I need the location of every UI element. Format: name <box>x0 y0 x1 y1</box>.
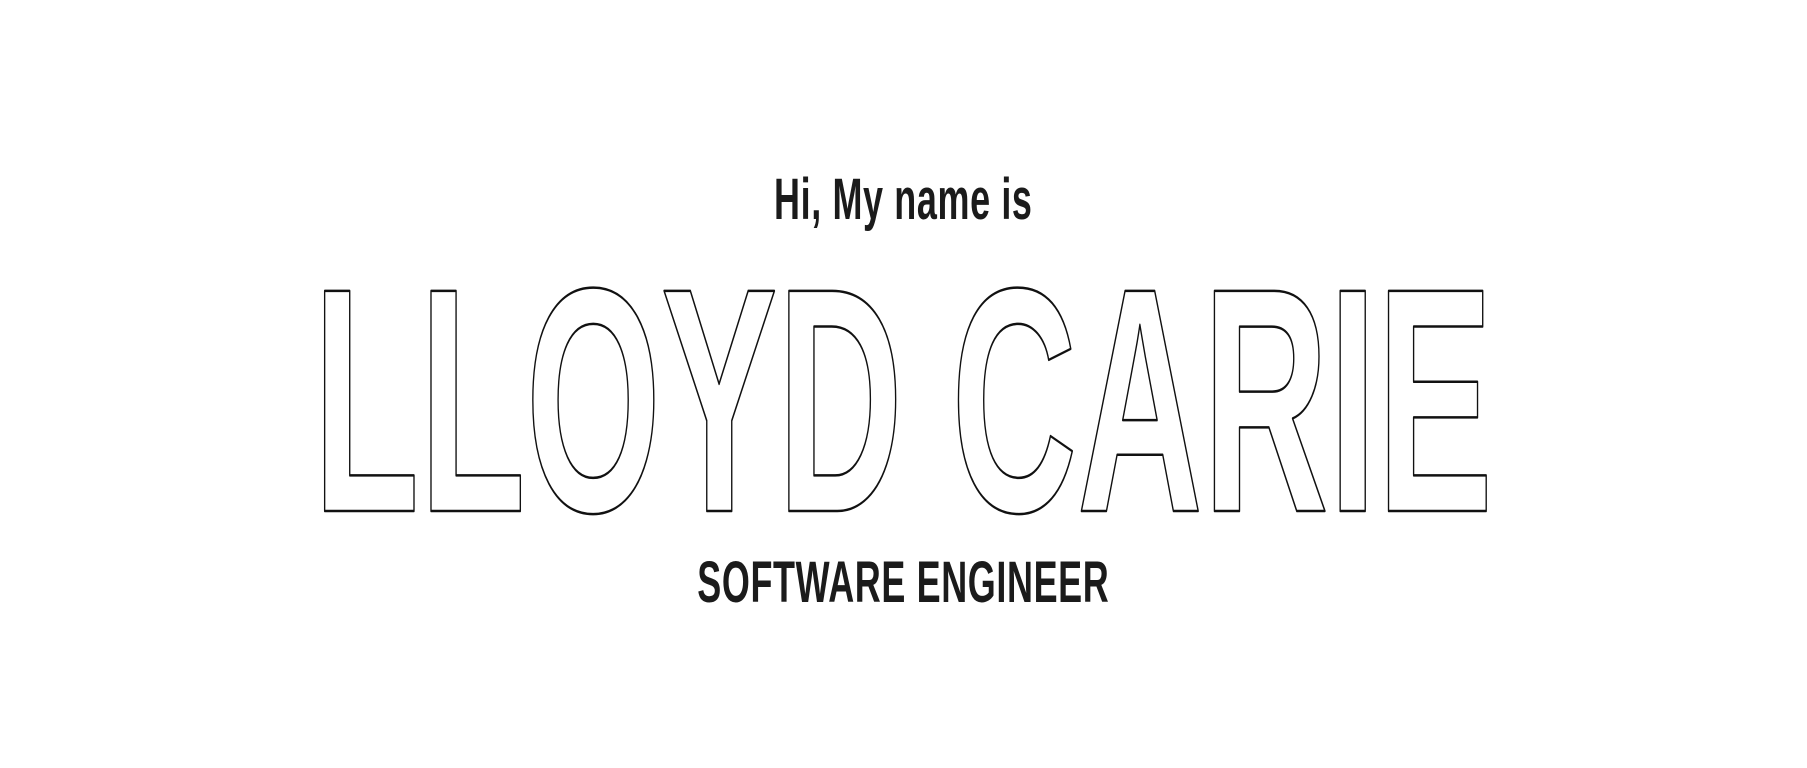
hero-section: Hi, My name is LLOYD CARIE SOFTWARE ENGI… <box>0 0 1807 768</box>
name-text: LLOYD CARIE <box>313 255 1493 525</box>
greeting-text: Hi, My name is <box>774 167 1033 232</box>
name-heading: LLOYD CARIE <box>312 255 1495 525</box>
role-text: SOFTWARE ENGINEER <box>697 550 1110 615</box>
